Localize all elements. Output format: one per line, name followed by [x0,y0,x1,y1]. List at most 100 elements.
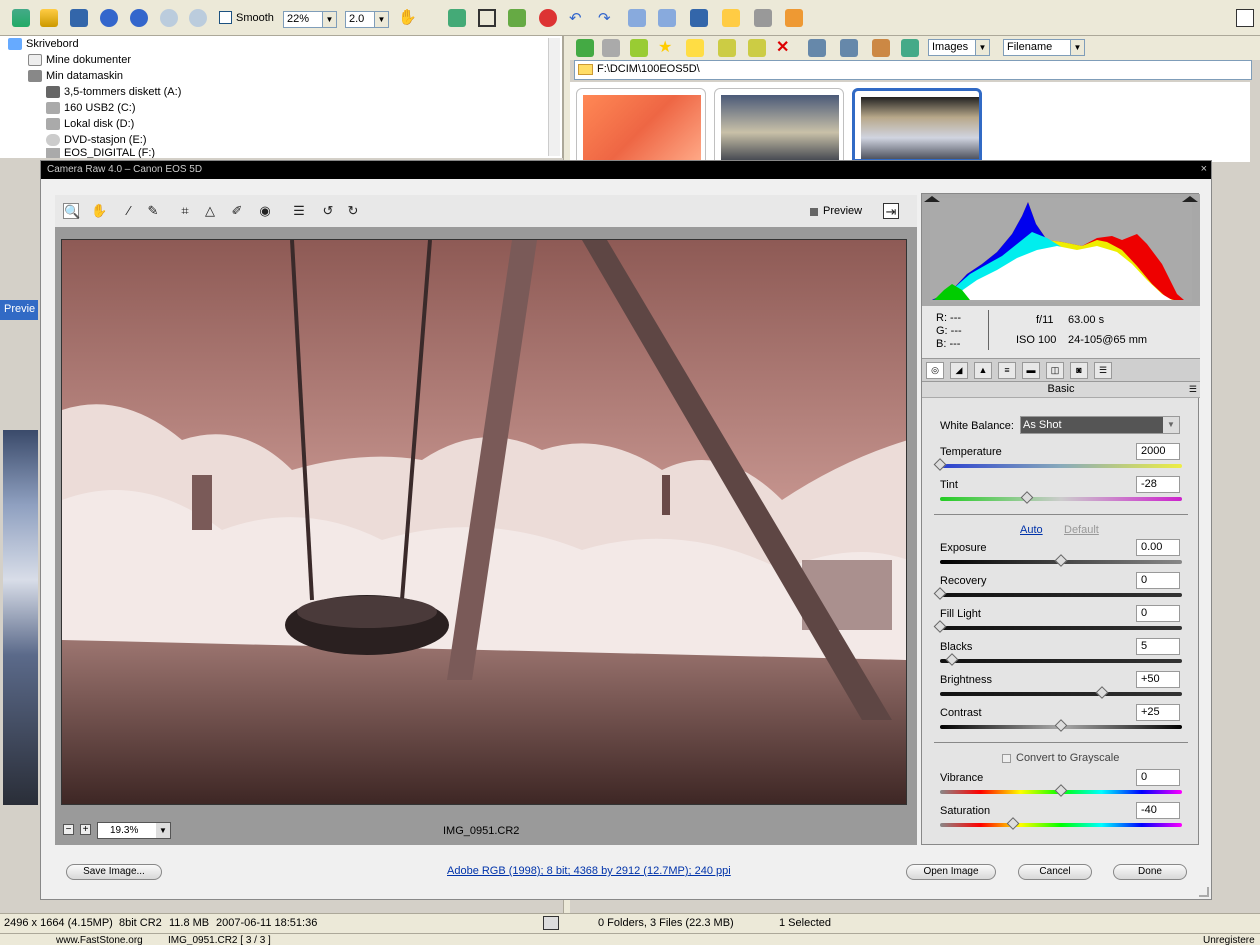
up-folder-icon[interactable] [630,39,648,57]
thumbnail-1[interactable] [576,88,706,162]
default-link[interactable]: Default [1064,524,1099,536]
tree-scrollbar[interactable] [548,38,560,156]
red-eye-tool-icon[interactable]: ◉ [257,203,273,219]
temperature-field[interactable]: 2000 [1136,443,1180,460]
red-eye-icon[interactable] [539,9,557,27]
next-icon[interactable] [130,9,148,27]
tree-item-dvd[interactable]: DVD-stasjon (E:) [46,132,147,147]
retouch-tool-icon[interactable]: ✐ [229,203,245,219]
settings-icon[interactable] [785,9,803,27]
thumbnail-3-selected[interactable] [852,88,982,162]
raw-preview-image[interactable] [61,239,907,805]
hand-tool-icon[interactable]: ✋ [91,203,107,219]
ratio-dropdown[interactable]: 2.0 ▼ [345,11,389,28]
tab-split-toning[interactable]: ▬ [1022,362,1040,379]
resize-icon[interactable] [448,9,466,27]
white-balance-dropdown[interactable]: As Shot ▼ [1020,416,1180,434]
fill-light-slider[interactable] [940,626,1182,630]
list-icon[interactable] [840,39,858,57]
white-balance-tool-icon[interactable]: ⁄ [121,203,137,219]
tab-lens[interactable]: ◫ [1046,362,1064,379]
exit-icon[interactable] [12,9,30,27]
move-to-icon[interactable] [748,39,766,57]
color-grid-icon[interactable] [872,39,890,57]
vibrance-slider-handle[interactable] [1054,784,1068,797]
back-icon[interactable] [576,39,594,57]
layout-icon[interactable] [1236,9,1254,27]
fill-light-field[interactable]: 0 [1136,605,1180,622]
previous-icon[interactable] [100,9,118,27]
brightness-slider[interactable] [940,692,1182,696]
fill-light-slider-handle[interactable] [933,620,947,633]
preview-checkbox[interactable] [810,208,818,216]
open-folder-icon[interactable] [40,9,58,27]
filmstrip-icon[interactable] [658,9,676,27]
fit-screen-icon[interactable] [543,916,559,930]
zoom-out-icon[interactable] [189,9,207,27]
tree-item-drive-c[interactable]: 160 USB2 (C:) [46,100,136,115]
sort-dropdown[interactable]: Filename ▼ [1003,39,1085,56]
tab-tone-curve[interactable]: ◢ [950,362,968,379]
exposure-slider-handle[interactable] [1054,554,1068,567]
workflow-options-link[interactable]: Adobe RGB (1998); 8 bit; 4368 by 2912 (1… [447,865,731,877]
blacks-field[interactable]: 5 [1136,638,1180,655]
tree-item-documents[interactable]: Mine dokumenter [28,52,131,67]
exposure-field[interactable]: 0.00 [1136,539,1180,556]
tree-item-drive-f[interactable]: EOS_DIGITAL (F:) [46,148,155,158]
thumbnail-2[interactable] [714,88,844,162]
zoom-tool-icon[interactable]: 🔍 [63,203,80,219]
tree-item-computer[interactable]: Min datamaskin [28,68,123,83]
tint-field[interactable]: -28 [1136,476,1180,493]
draw-icon[interactable] [508,9,526,27]
temperature-slider-handle[interactable] [933,458,947,471]
recovery-field[interactable]: 0 [1136,572,1180,589]
forward-icon[interactable] [602,39,620,57]
smooth-checkbox[interactable] [219,11,232,24]
favorite-icon[interactable]: ★ [658,39,676,57]
fullscreen-icon[interactable]: ⇥ [883,203,899,219]
tab-presets[interactable]: ☰ [1094,362,1112,379]
refresh-icon[interactable] [901,39,919,57]
filter-dropdown[interactable]: Images ▼ [928,39,990,56]
rotate-ccw-icon[interactable]: ↺ [320,203,336,219]
rotate-cw-icon[interactable]: ↻ [345,203,361,219]
cancel-button[interactable]: Cancel [1018,864,1092,880]
email-icon[interactable] [722,9,740,27]
contrast-field[interactable]: +25 [1136,704,1180,721]
recovery-slider[interactable] [940,593,1182,597]
blacks-slider-handle[interactable] [945,653,959,666]
rotate-left-icon[interactable]: ↶ [569,9,587,27]
saturation-slider-handle[interactable] [1006,817,1019,830]
monitor-icon[interactable] [690,9,708,27]
tree-item-drive-d[interactable]: Lokal disk (D:) [46,116,134,131]
copy-to-icon[interactable] [718,39,736,57]
zoom-out-button[interactable]: − [63,824,74,835]
rotate-right-icon[interactable]: ↷ [598,9,616,27]
tree-item-floppy[interactable]: 3,5-tommers diskett (A:) [46,84,181,99]
path-field[interactable]: F:\DCIM\100EOS5D\ [574,60,1252,80]
saturation-slider[interactable] [940,823,1182,827]
save-icon[interactable] [70,9,88,27]
save-image-button[interactable]: Save Image... [66,864,162,880]
color-sampler-icon[interactable]: ✎ [145,203,161,219]
auto-link[interactable]: Auto [1020,524,1043,536]
contrast-slider-handle[interactable] [1054,719,1068,732]
tree-item-desktop[interactable]: Skrivebord [8,36,79,51]
close-icon[interactable]: × [1201,163,1207,175]
open-image-button[interactable]: Open Image [906,864,996,880]
zoom-dropdown[interactable]: 22% ▼ [283,11,337,28]
panel-menu-icon[interactable]: ☰ [1189,382,1197,397]
zoom-in-button[interactable]: + [80,824,91,835]
tint-slider[interactable] [940,497,1182,501]
resize-grip-icon[interactable] [1199,887,1209,897]
website-label[interactable]: www.FastStone.org [56,935,143,945]
saturation-field[interactable]: -40 [1136,802,1180,819]
tint-slider-handle[interactable] [1020,491,1034,504]
details-icon[interactable] [808,39,826,57]
straighten-tool-icon[interactable]: △ [202,203,218,219]
print-icon[interactable] [754,9,772,27]
new-folder-icon[interactable] [686,39,704,57]
crop-tool-icon[interactable]: ⌗ [177,203,193,219]
preview-tab[interactable]: Previe [0,300,38,320]
brightness-slider-handle[interactable] [1095,686,1109,699]
